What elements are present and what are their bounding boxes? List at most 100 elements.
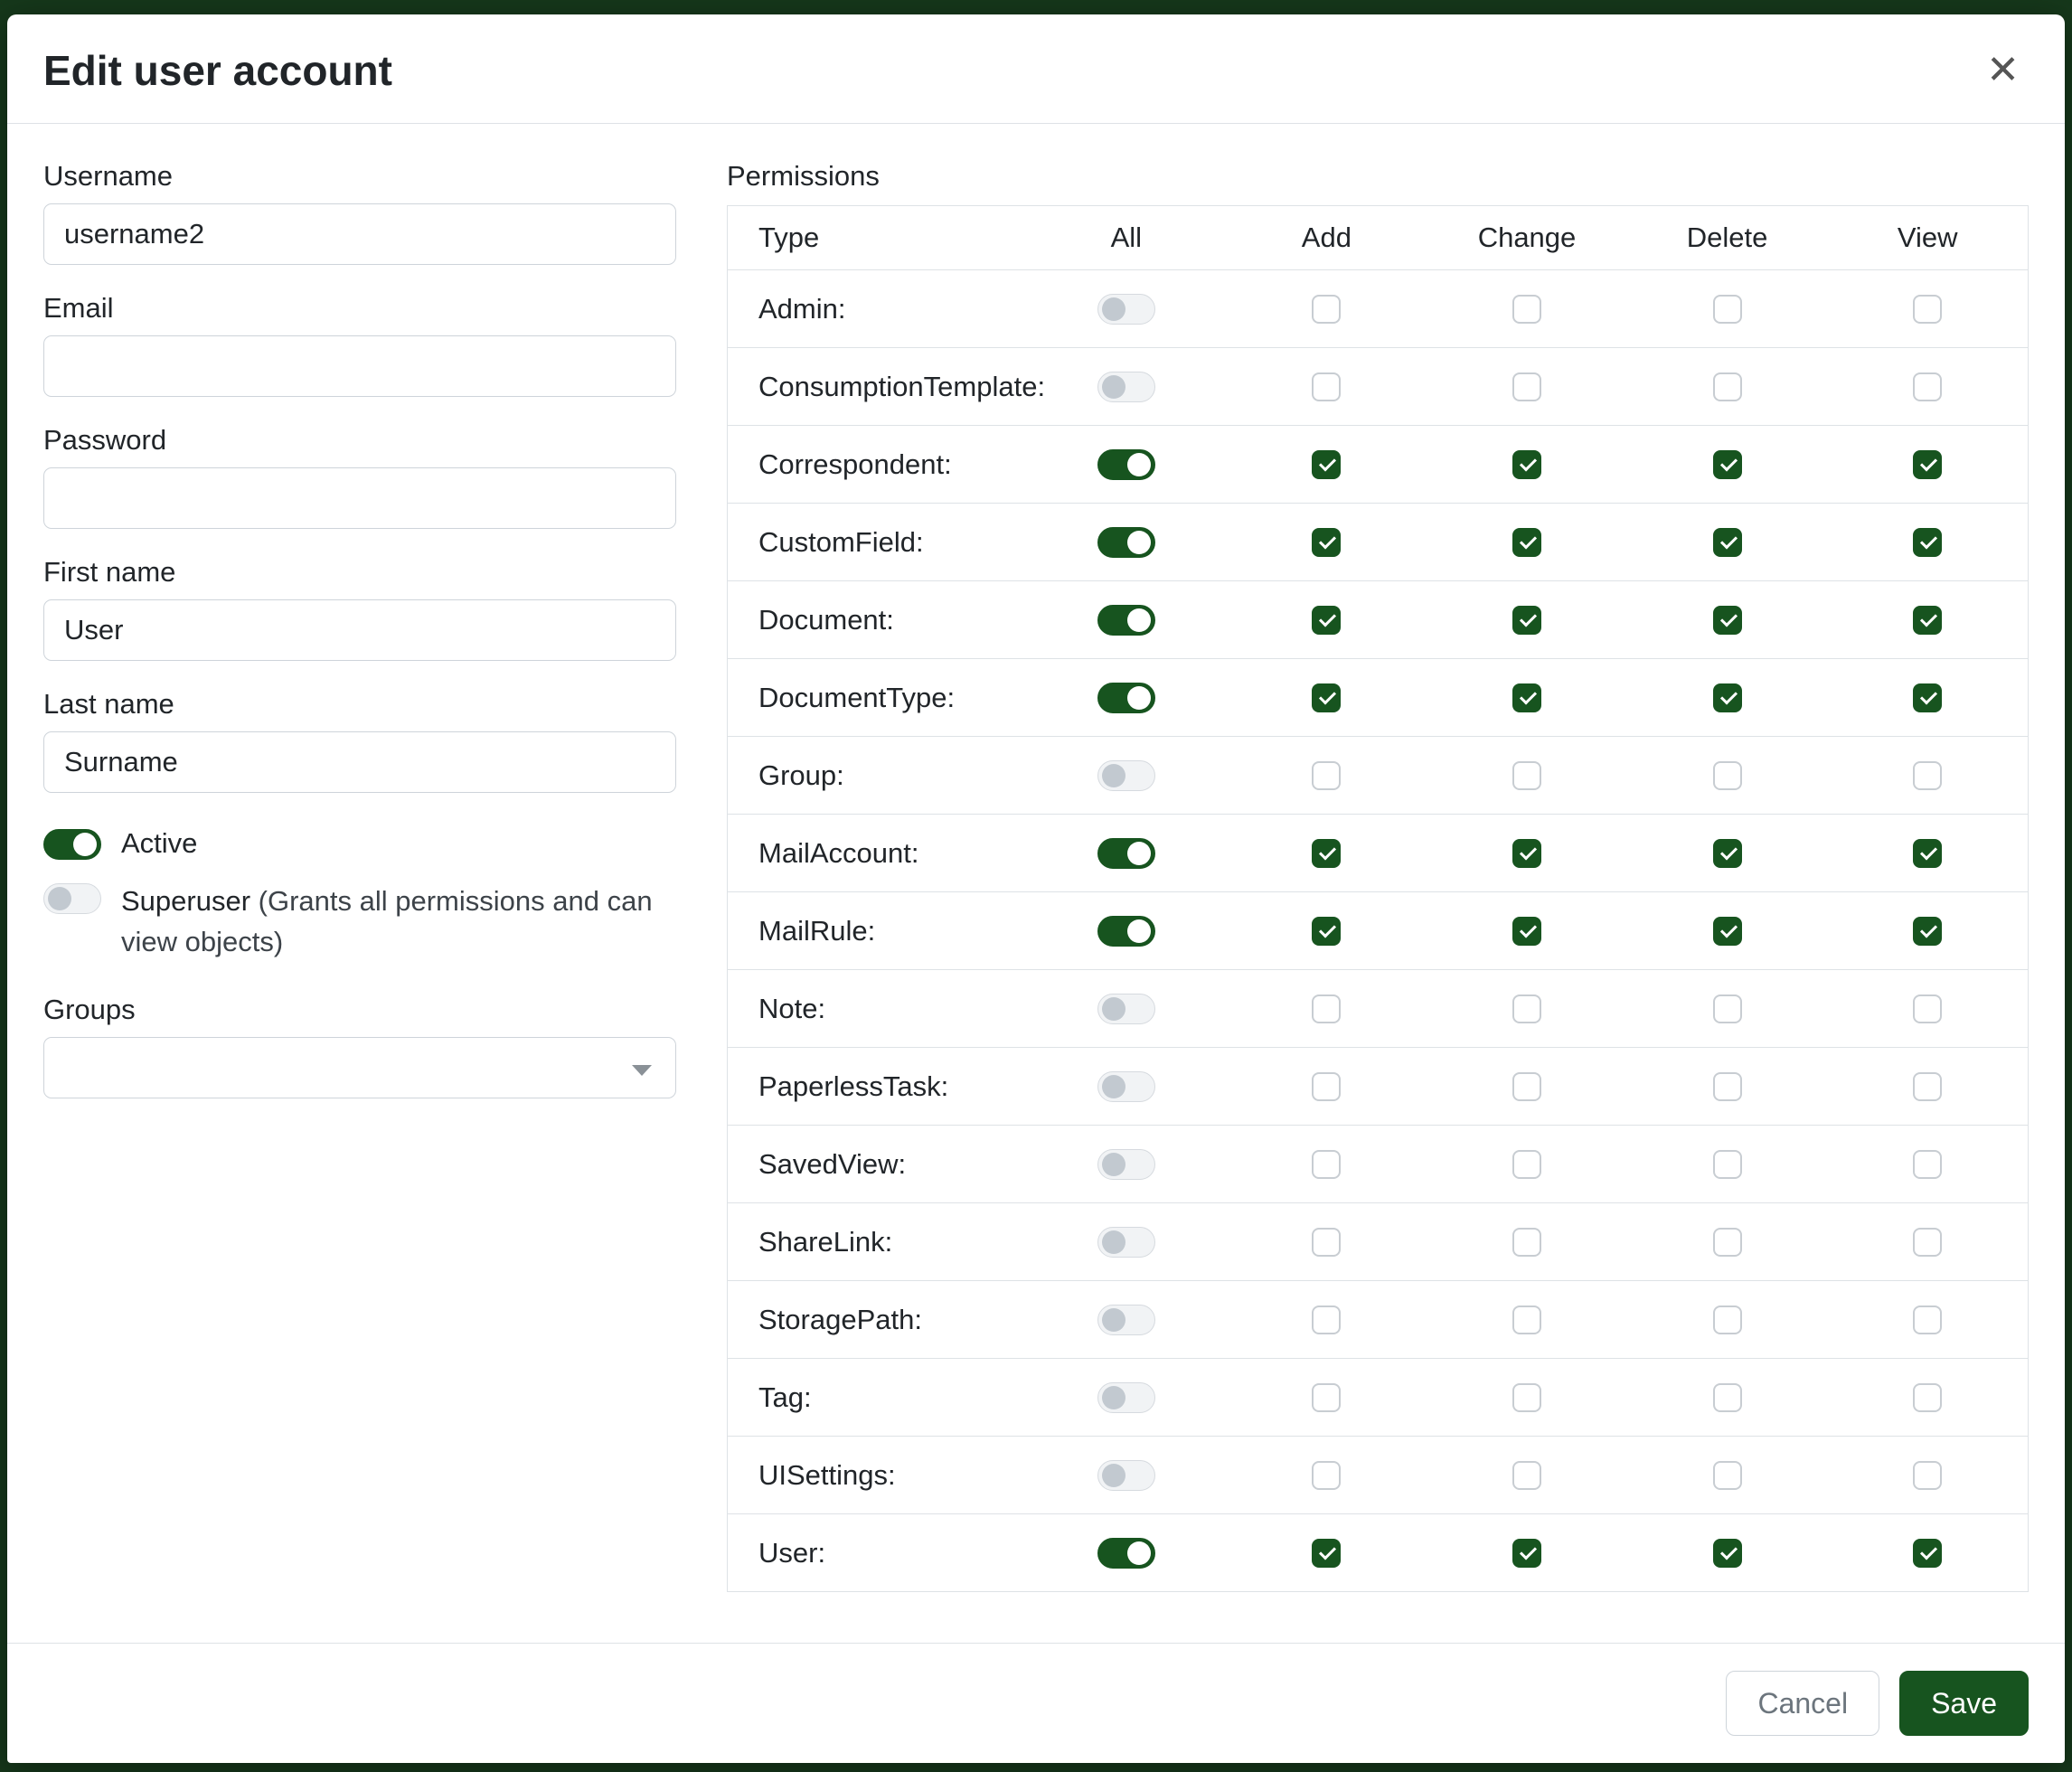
last-name-input[interactable]: [43, 731, 676, 793]
permission-all-toggle[interactable]: [1097, 1227, 1155, 1258]
cancel-button[interactable]: Cancel: [1726, 1671, 1879, 1736]
toggle-knob: [1102, 297, 1125, 321]
permission-all-toggle[interactable]: [1097, 527, 1155, 558]
permission-delete-checkbox[interactable]: [1713, 295, 1742, 324]
permission-add-checkbox[interactable]: [1312, 839, 1341, 868]
permission-view-checkbox[interactable]: [1913, 1305, 1942, 1334]
permission-change-checkbox[interactable]: [1512, 295, 1541, 324]
permission-change-checkbox[interactable]: [1512, 839, 1541, 868]
permission-view-checkbox[interactable]: [1913, 450, 1942, 479]
permission-add-checkbox[interactable]: [1312, 683, 1341, 712]
username-input[interactable]: [43, 203, 676, 265]
permission-delete-checkbox[interactable]: [1713, 839, 1742, 868]
permission-change-checkbox[interactable]: [1512, 1150, 1541, 1179]
permission-all-toggle[interactable]: [1097, 294, 1155, 325]
permission-view-checkbox[interactable]: [1913, 839, 1942, 868]
permission-all-toggle[interactable]: [1097, 683, 1155, 713]
permission-change-checkbox[interactable]: [1512, 1228, 1541, 1257]
permission-delete-checkbox[interactable]: [1713, 450, 1742, 479]
modal-body: Username Email Password First name Last …: [7, 124, 2065, 1643]
permission-all-toggle[interactable]: [1097, 1460, 1155, 1491]
permission-view-checkbox[interactable]: [1913, 1383, 1942, 1412]
permission-add-checkbox[interactable]: [1312, 1150, 1341, 1179]
permission-view-checkbox[interactable]: [1913, 1461, 1942, 1490]
superuser-text: Superuser (Grants all permissions and ca…: [121, 881, 676, 963]
permission-delete-checkbox[interactable]: [1713, 1228, 1742, 1257]
permission-view-checkbox[interactable]: [1913, 1539, 1942, 1568]
permission-add-checkbox[interactable]: [1312, 1383, 1341, 1412]
permission-delete-checkbox[interactable]: [1713, 1461, 1742, 1490]
permission-view-checkbox[interactable]: [1913, 606, 1942, 635]
permission-all-toggle[interactable]: [1097, 1149, 1155, 1180]
permission-all-toggle[interactable]: [1097, 1382, 1155, 1413]
permission-delete-checkbox[interactable]: [1713, 683, 1742, 712]
email-input[interactable]: [43, 335, 676, 397]
permission-all-toggle[interactable]: [1097, 605, 1155, 636]
active-toggle[interactable]: [43, 829, 101, 860]
permission-view-checkbox[interactable]: [1913, 1150, 1942, 1179]
permission-add-checkbox[interactable]: [1312, 1461, 1341, 1490]
permission-add-checkbox[interactable]: [1312, 450, 1341, 479]
permission-add-checkbox[interactable]: [1312, 761, 1341, 790]
save-button[interactable]: Save: [1899, 1671, 2029, 1736]
permission-change-checkbox[interactable]: [1512, 528, 1541, 557]
permission-change-checkbox[interactable]: [1512, 1383, 1541, 1412]
permission-change-checkbox[interactable]: [1512, 917, 1541, 946]
permission-all-toggle[interactable]: [1097, 1305, 1155, 1335]
permission-all-toggle[interactable]: [1097, 449, 1155, 480]
permission-delete-checkbox[interactable]: [1713, 606, 1742, 635]
password-input[interactable]: [43, 467, 676, 529]
permission-change-checkbox[interactable]: [1512, 1072, 1541, 1101]
permission-view-checkbox[interactable]: [1913, 683, 1942, 712]
permission-delete-checkbox[interactable]: [1713, 761, 1742, 790]
permission-all-toggle[interactable]: [1097, 1071, 1155, 1102]
permission-change-checkbox[interactable]: [1512, 994, 1541, 1023]
permission-all-toggle[interactable]: [1097, 838, 1155, 869]
permission-add-checkbox[interactable]: [1312, 1072, 1341, 1101]
permission-add-checkbox[interactable]: [1312, 1305, 1341, 1334]
permission-delete-checkbox[interactable]: [1713, 1539, 1742, 1568]
permission-add-checkbox[interactable]: [1312, 606, 1341, 635]
permission-delete-checkbox[interactable]: [1713, 372, 1742, 401]
permission-add-checkbox[interactable]: [1312, 1539, 1341, 1568]
permission-view-checkbox[interactable]: [1913, 1072, 1942, 1101]
permission-delete-checkbox[interactable]: [1713, 994, 1742, 1023]
permission-change-checkbox[interactable]: [1512, 1461, 1541, 1490]
permission-delete-checkbox[interactable]: [1713, 1072, 1742, 1101]
permission-view-checkbox[interactable]: [1913, 528, 1942, 557]
permission-view-checkbox[interactable]: [1913, 1228, 1942, 1257]
permission-view-checkbox[interactable]: [1913, 761, 1942, 790]
permission-add-checkbox[interactable]: [1312, 994, 1341, 1023]
permission-view-checkbox[interactable]: [1913, 372, 1942, 401]
permission-change-checkbox[interactable]: [1512, 1539, 1541, 1568]
permission-all-toggle[interactable]: [1097, 916, 1155, 947]
permission-change-checkbox[interactable]: [1512, 606, 1541, 635]
permission-add-checkbox[interactable]: [1312, 1228, 1341, 1257]
permission-change-checkbox[interactable]: [1512, 761, 1541, 790]
permission-add-checkbox[interactable]: [1312, 372, 1341, 401]
permission-delete-checkbox[interactable]: [1713, 1383, 1742, 1412]
permission-change-checkbox[interactable]: [1512, 1305, 1541, 1334]
permission-change-checkbox[interactable]: [1512, 372, 1541, 401]
permission-view-checkbox[interactable]: [1913, 295, 1942, 324]
permission-all-toggle[interactable]: [1097, 760, 1155, 791]
permission-delete-checkbox[interactable]: [1713, 917, 1742, 946]
first-name-input[interactable]: [43, 599, 676, 661]
permission-delete-checkbox[interactable]: [1713, 528, 1742, 557]
permission-change-checkbox[interactable]: [1512, 683, 1541, 712]
groups-select[interactable]: [43, 1037, 676, 1098]
permission-delete-checkbox[interactable]: [1713, 1150, 1742, 1179]
permission-all-toggle[interactable]: [1097, 372, 1155, 402]
close-icon[interactable]: ✕: [1981, 45, 2025, 96]
permission-add-checkbox[interactable]: [1312, 528, 1341, 557]
permission-add-checkbox[interactable]: [1312, 917, 1341, 946]
permission-view-checkbox[interactable]: [1913, 994, 1942, 1023]
permission-all-toggle[interactable]: [1097, 1538, 1155, 1569]
permission-delete-checkbox[interactable]: [1713, 1305, 1742, 1334]
permission-view-checkbox[interactable]: [1913, 917, 1942, 946]
permission-all-toggle[interactable]: [1097, 994, 1155, 1024]
superuser-toggle[interactable]: [43, 883, 101, 914]
permission-row: PaperlessTask:: [728, 1047, 2028, 1125]
permission-change-checkbox[interactable]: [1512, 450, 1541, 479]
permission-add-checkbox[interactable]: [1312, 295, 1341, 324]
